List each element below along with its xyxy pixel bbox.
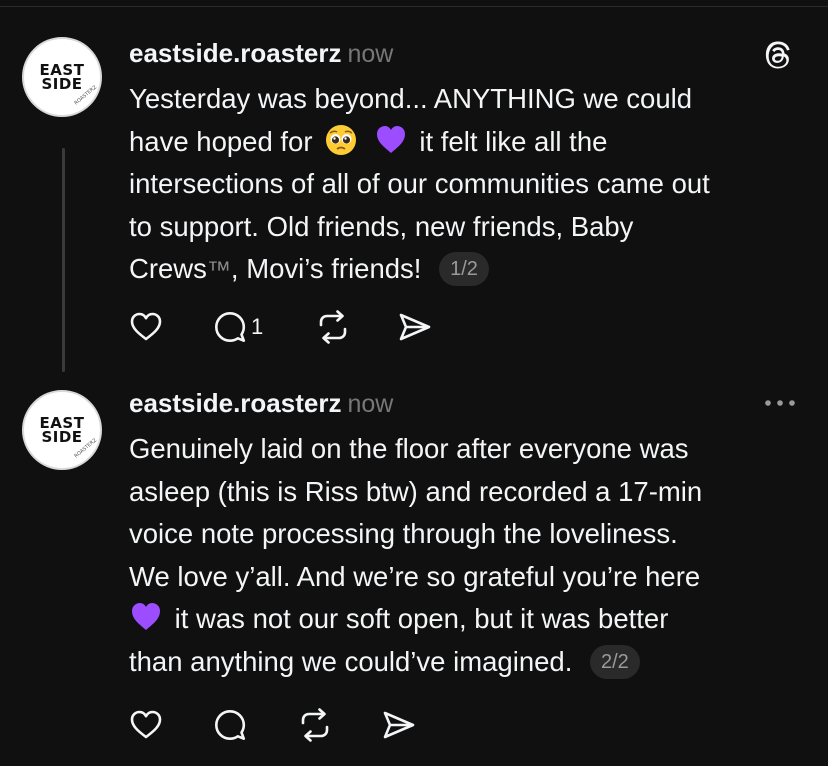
- post-text: Yesterday was beyond... ANYTHING we coul…: [129, 78, 809, 293]
- top-divider: [0, 6, 828, 7]
- send-icon: [399, 313, 431, 341]
- post-text: Genuinely laid on the floor after everyo…: [129, 428, 809, 683]
- repost-icon: [301, 708, 329, 742]
- username[interactable]: eastside.roasterz: [129, 38, 341, 68]
- thread-connector-line: [62, 148, 65, 372]
- post-text-line: to support. Old friends, new friends, Ba…: [129, 210, 634, 242]
- avatar-logo: EAST SIDE: [39, 61, 85, 93]
- username[interactable]: eastside.roasterz: [129, 388, 341, 418]
- more-options-icon[interactable]: [762, 397, 798, 409]
- share-button[interactable]: [381, 705, 417, 745]
- avatar[interactable]: ROASTERZ EAST SIDE: [22, 390, 102, 470]
- post-text-line: intersections of all of our communities …: [129, 168, 710, 199]
- timestamp: now: [347, 390, 394, 418]
- pleading-face-emoji: [326, 124, 357, 155]
- trademark-symbol: ™: [206, 257, 231, 284]
- repost-icon: [319, 310, 347, 344]
- avatar-logo: EAST SIDE: [39, 414, 85, 446]
- page-indicator: 2/2: [589, 644, 640, 679]
- timestamp: now: [347, 40, 394, 68]
- post-text-line: Yesterday was beyond... ANYTHING we coul…: [129, 83, 693, 114]
- post-header: eastside.roasterz now: [129, 388, 393, 418]
- repost-button[interactable]: [297, 705, 333, 745]
- like-button[interactable]: [129, 705, 163, 745]
- heart-icon: [130, 312, 162, 341]
- post-text-line: voice note processing through the loveli…: [129, 518, 678, 549]
- post-text-line: than anything we could’ve imagined. 2/2: [129, 641, 809, 684]
- purple-heart-emoji: [376, 125, 405, 153]
- avatar[interactable]: ROASTERZ EAST SIDE: [22, 37, 102, 117]
- post-text-line: asleep (this is Riss btw) and recorded a…: [129, 475, 703, 507]
- reply-button[interactable]: [213, 705, 247, 745]
- post-header: eastside.roasterz now: [129, 38, 393, 68]
- comment-icon: [215, 312, 246, 342]
- threads-logo-icon[interactable]: [762, 38, 796, 72]
- post-text-line: it was not our soft open, but it was bet…: [129, 598, 809, 641]
- share-button[interactable]: [397, 307, 433, 347]
- reply-button[interactable]: 1: [213, 307, 263, 347]
- post-text-line: Genuinely laid on the floor after everyo…: [129, 433, 689, 464]
- post-text-line: We love y’all. And we’re so grateful you…: [129, 560, 701, 592]
- post-text-line: Crews™, Movi’s friends! 1/2: [129, 248, 809, 293]
- purple-heart-emoji: [132, 603, 160, 630]
- reply-count: 1: [251, 314, 264, 339]
- repost-button[interactable]: [315, 307, 351, 347]
- comment-icon: [215, 710, 246, 740]
- like-button[interactable]: [129, 307, 163, 347]
- page-indicator: 1/2: [439, 252, 489, 286]
- heart-icon: [130, 710, 162, 739]
- post-text-line: have hoped for it felt like all the: [129, 121, 809, 164]
- send-icon: [383, 711, 415, 739]
